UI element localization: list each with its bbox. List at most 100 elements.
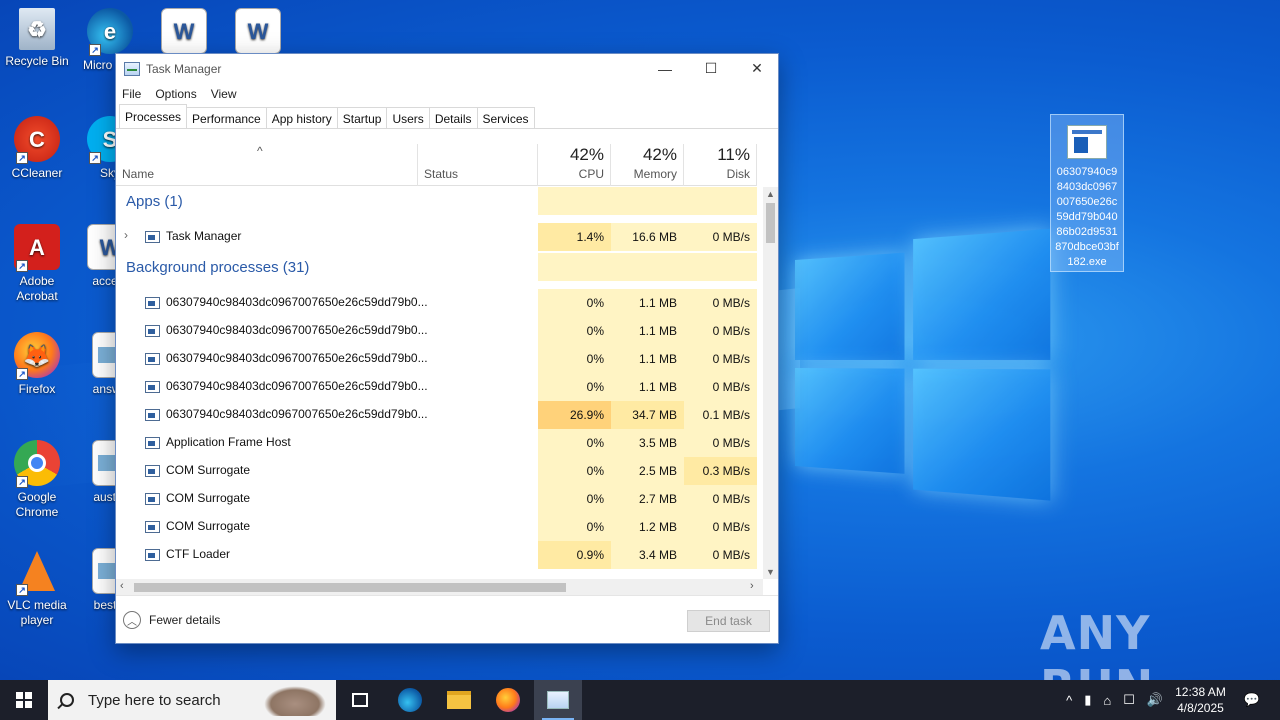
column-cpu[interactable]: 42% CPU [538, 144, 611, 186]
process-row[interactable]: COM Surrogate 0% 2.7 MB 0 MB/s [116, 485, 757, 513]
memory-value: 2.7 MB [611, 485, 684, 513]
scroll-up-icon[interactable]: ▲ [766, 189, 775, 199]
notifications-icon[interactable]: 💬 [1244, 692, 1260, 708]
memory-value: 2.5 MB [611, 457, 684, 485]
icon-label: VLC media player [7, 598, 67, 627]
executable-file-icon [1067, 125, 1107, 159]
desktop-icon-word-doc-2[interactable]: W [222, 8, 294, 58]
tab-services[interactable]: Services [476, 107, 535, 128]
desktop-icon-word-doc-1[interactable]: W [148, 8, 220, 58]
desktop-icon-firefox[interactable]: 🦊 ↗ Firefox [1, 332, 73, 397]
group-header-apps[interactable]: Apps (1) [116, 187, 757, 215]
menu-options[interactable]: Options [155, 87, 196, 101]
taskbar-task-manager[interactable] [534, 680, 582, 720]
taskbar-file-explorer[interactable] [435, 680, 483, 720]
group-title: Background processes (31) [126, 259, 310, 276]
fewer-details-button[interactable]: ︿ Fewer details [123, 611, 220, 629]
process-row[interactable]: 06307940c98403dc0967007650e26c59dd79b0..… [116, 401, 757, 429]
tab-app-history[interactable]: App history [265, 107, 338, 128]
edge-icon: e ↗ [87, 8, 133, 56]
scroll-right-icon[interactable]: › [750, 580, 754, 592]
firefox-icon [496, 688, 520, 712]
menu-view[interactable]: View [211, 87, 237, 101]
menu-file[interactable]: File [122, 87, 141, 101]
tab-users[interactable]: Users [386, 107, 430, 128]
desktop-icon-recycle-bin[interactable]: ♻ Recycle Bin [1, 8, 73, 69]
cpu-value: 0% [538, 485, 611, 513]
close-button[interactable]: ✕ [734, 54, 780, 83]
column-disk[interactable]: 11% Disk [684, 144, 757, 186]
taskbar: Type here to search ^ ▮ ⌂ ☐ 🔊 12:38 AM 4… [0, 680, 1280, 720]
process-row[interactable]: 06307940c98403dc0967007650e26c59dd79b0..… [116, 373, 757, 401]
window-title: Task Manager [146, 61, 222, 76]
vertical-scrollbar[interactable]: ▲ ▼ [763, 187, 778, 579]
icon-label: Firefox [18, 382, 56, 396]
desktop-icon-google-chrome[interactable]: ↗ Google Chrome [1, 440, 73, 520]
column-name[interactable]: Name [116, 144, 418, 186]
process-row[interactable]: 06307940c98403dc0967007650e26c59dd79b0..… [116, 345, 757, 373]
icon-label: Recycle Bin [5, 54, 69, 68]
task-view-icon [352, 693, 368, 707]
process-row[interactable]: 06307940c98403dc0967007650e26c59dd79b0..… [116, 289, 757, 317]
icon-label: Google Chrome [15, 490, 59, 519]
battery-icon[interactable]: ▮ [1084, 692, 1091, 708]
volume-icon[interactable]: 🔊 [1147, 692, 1163, 708]
cpu-value: 1.4% [538, 223, 611, 251]
memory-value: 1.1 MB [611, 373, 684, 401]
desktop-icon-selected-exe[interactable]: 06307940c98403dc0967007650e26c59dd79b040… [1050, 114, 1124, 272]
fewer-details-label: Fewer details [149, 613, 221, 627]
process-name: COM Surrogate [166, 519, 251, 533]
scroll-thumb[interactable] [766, 203, 775, 243]
firefox-icon: 🦊 ↗ [14, 332, 60, 380]
cpu-value: 0% [538, 429, 611, 457]
desktop-icon-adobe-acrobat[interactable]: A ↗ Adobe Acrobat [1, 224, 73, 304]
edge-icon [398, 688, 422, 712]
start-button[interactable] [0, 680, 48, 720]
tab-details[interactable]: Details [428, 107, 478, 128]
disk-value: 0 MB/s [684, 317, 757, 345]
scroll-thumb[interactable] [134, 583, 566, 592]
task-view-button[interactable] [336, 680, 384, 720]
taskbar-edge[interactable] [386, 680, 434, 720]
chevron-up-icon[interactable]: ^ [1066, 693, 1072, 708]
process-row[interactable]: CTF Loader 0.9% 3.4 MB 0 MB/s [116, 541, 757, 569]
process-row[interactable]: 06307940c98403dc0967007650e26c59dd79b0..… [116, 317, 757, 345]
process-row[interactable]: › Task Manager 1.4% 16.6 MB 0 MB/s [116, 223, 757, 251]
scroll-down-icon[interactable]: ▼ [766, 567, 775, 577]
folder-icon [447, 691, 471, 709]
column-name-label: Name [122, 167, 155, 181]
task-manager-window: Task Manager — ☐ ✕ File Options View Pro… [115, 53, 779, 644]
tab-bar: Processes Performance App history Startu… [116, 104, 778, 129]
clock[interactable]: 12:38 AM 4/8/2025 [1175, 684, 1226, 716]
column-memory[interactable]: 42% Memory [611, 144, 684, 186]
tab-startup[interactable]: Startup [336, 107, 388, 128]
footer: ︿ Fewer details End task [116, 595, 778, 643]
disk-value: 0.3 MB/s [684, 457, 757, 485]
network-icon[interactable]: ⌂ [1103, 693, 1111, 708]
taskbar-firefox[interactable] [484, 680, 532, 720]
desktop-icon-ccleaner[interactable]: C ↗ CCleaner [1, 116, 73, 181]
group-header-background[interactable]: Background processes (31) [116, 253, 757, 281]
group-title: Apps (1) [126, 193, 183, 210]
memory-total: 42% [642, 145, 677, 164]
column-status[interactable]: Status [418, 144, 538, 186]
title-bar[interactable]: Task Manager — ☐ ✕ [116, 54, 778, 83]
process-row[interactable]: Application Frame Host 0% 3.5 MB 0 MB/s [116, 429, 757, 457]
end-task-button[interactable]: End task [687, 610, 770, 632]
tab-processes[interactable]: Processes [119, 104, 188, 128]
process-row[interactable]: COM Surrogate 0% 2.5 MB 0.3 MB/s [116, 457, 757, 485]
horizontal-scrollbar[interactable]: ‹ › [116, 579, 763, 595]
search-box[interactable]: Type here to search [48, 680, 336, 720]
search-icon [60, 693, 74, 707]
maximize-button[interactable]: ☐ [688, 54, 734, 83]
desktop-icon-vlc[interactable]: ↗ VLC media player [1, 548, 73, 628]
minimize-button[interactable]: — [642, 54, 688, 83]
ethernet-icon[interactable]: ☐ [1123, 692, 1135, 708]
tab-performance[interactable]: Performance [186, 107, 267, 128]
process-row[interactable]: COM Surrogate 0% 1.2 MB 0 MB/s [116, 513, 757, 541]
cpu-value: 0% [538, 345, 611, 373]
icon-label: 06307940c98403dc0967007650e26c59dd79b040… [1055, 166, 1119, 268]
chevron-right-icon[interactable]: › [124, 228, 128, 242]
process-name: 06307940c98403dc0967007650e26c59dd79b0..… [166, 323, 428, 337]
scroll-left-icon[interactable]: ‹ [120, 580, 124, 592]
